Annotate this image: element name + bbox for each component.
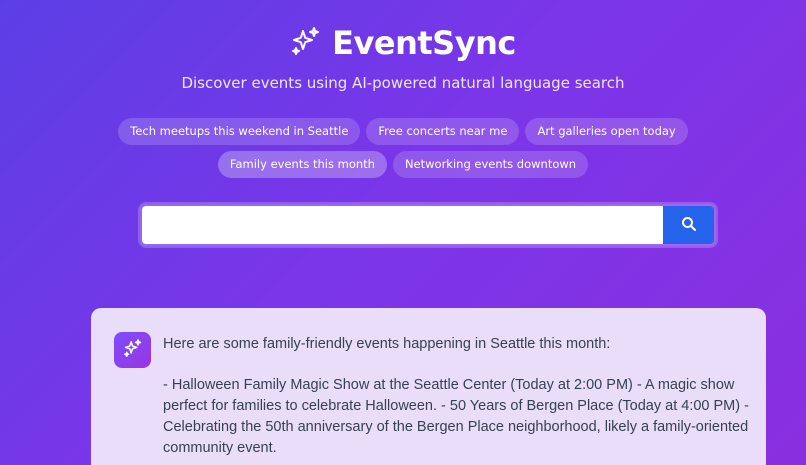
suggestion-chip-tech-meetups[interactable]: Tech meetups this weekend in Seattle [118, 118, 361, 145]
suggestion-row-2: Family events this month Networking even… [0, 151, 806, 178]
search-bar [140, 204, 716, 246]
suggestion-chip-family-events[interactable]: Family events this month [217, 151, 387, 178]
ai-avatar [114, 332, 151, 368]
app-subtitle: Discover events using AI-powered natural… [181, 74, 625, 92]
suggestion-chip-art-galleries[interactable]: Art galleries open today [525, 118, 688, 145]
search-input[interactable] [142, 206, 663, 244]
search-icon [681, 216, 697, 235]
suggestion-row-1: Tech meetups this weekend in Seattle Fre… [0, 118, 806, 145]
ai-response-message: Here are some family-friendly events hap… [163, 334, 753, 459]
suggestion-chip-networking-events[interactable]: Networking events downtown [392, 151, 589, 178]
sparkles-icon [290, 25, 322, 61]
ai-response-intro: Here are some family-friendly events hap… [163, 336, 611, 352]
search-button[interactable] [663, 206, 714, 244]
sparkles-icon [123, 338, 143, 362]
brand-header: EventSync [0, 24, 806, 62]
suggestion-chip-free-concerts[interactable]: Free concerts near me [366, 118, 520, 145]
ai-response-body: - Halloween Family Magic Show at the Sea… [163, 377, 749, 456]
app-title: EventSync [332, 24, 516, 62]
ai-response-card: Here are some family-friendly events hap… [91, 308, 766, 465]
